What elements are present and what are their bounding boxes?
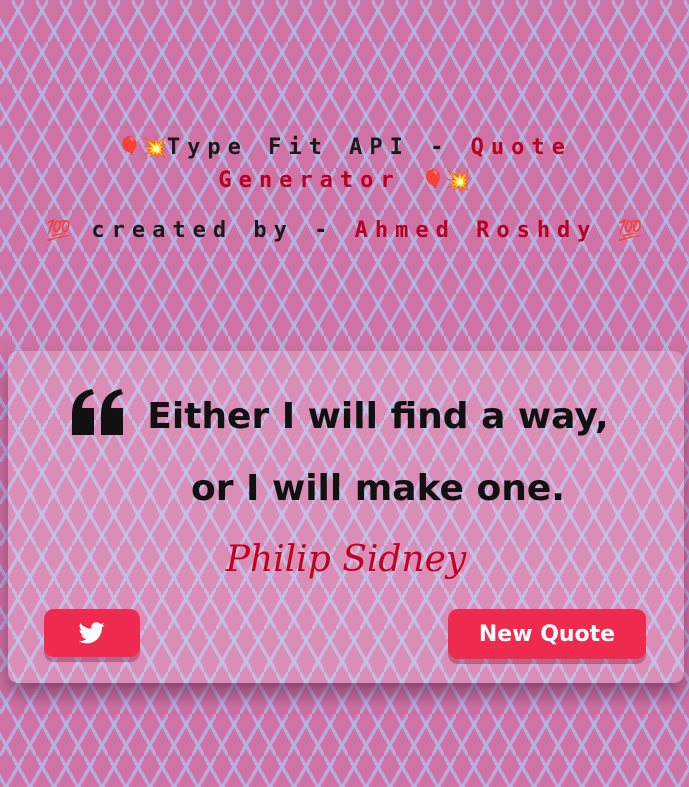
credit-prefix: created by - (91, 218, 355, 244)
hundred-points-emoji: 💯 (46, 218, 72, 243)
quote-text: Either I will find a way, or I will make… (147, 396, 609, 509)
hundred-points-emoji-end: 💯 (617, 218, 643, 243)
quote-left-icon (72, 389, 123, 435)
balloon-burst-emoji-end: 🎈💥 (420, 167, 471, 192)
tweet-button[interactable] (44, 609, 140, 657)
twitter-icon (79, 622, 105, 644)
new-quote-button[interactable]: New Quote (448, 609, 646, 659)
quote-card: Either I will find a way, or I will make… (8, 351, 684, 683)
balloon-burst-emoji: 🎈💥 (117, 134, 167, 159)
author-credit: 💯 created by - Ahmed Roshdy 💯 (0, 212, 689, 249)
credit-name: Ahmed Roshdy (354, 218, 598, 244)
page-title: 🎈💥Type Fit API - Quote Generator 🎈💥 (0, 131, 689, 197)
title-prefix: Type Fit API - (166, 134, 471, 160)
quote-author: Philip Sidney (225, 539, 467, 580)
